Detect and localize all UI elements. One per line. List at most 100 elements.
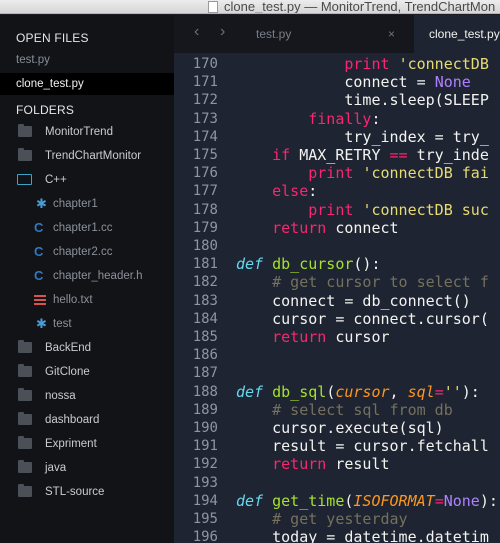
line-number: 187 — [192, 365, 218, 382]
close-icon[interactable]: × — [388, 15, 395, 53]
tab-clone-test-py[interactable]: clone_test.py — [414, 15, 500, 53]
code-token: if — [272, 146, 291, 164]
file-chapter-header-h[interactable]: C chapter_header.h — [0, 264, 174, 288]
folder-nossa[interactable]: nossa — [0, 384, 174, 408]
tree-item-label: STL-source — [45, 486, 105, 498]
file-chapter1[interactable]: ✱ chapter1 — [0, 192, 174, 216]
code-token: 'connectDB fai — [362, 164, 489, 183]
code-editor[interactable]: 170 171 172 173 174 175 176 177 178 179 180 181 182 1… — [174, 53, 500, 543]
code-token: try_inde — [407, 146, 489, 164]
file-chapter2-cc[interactable]: C chapter2.cc — [0, 240, 174, 264]
code-line: print 'connectDB fai — [236, 164, 489, 182]
code-line: time.sleep(SLEEP — [236, 91, 489, 109]
folders-heading: FOLDERS — [16, 103, 75, 117]
text-file-icon — [34, 295, 46, 305]
code-token: # select sql from db — [272, 400, 453, 419]
folder-gitclone[interactable]: GitClone — [0, 360, 174, 384]
code-token: cursor.execute(sql) — [236, 419, 444, 437]
line-number: 186 — [192, 347, 218, 364]
open-file-clone-test-py[interactable]: clone_test.py — [0, 73, 174, 95]
line-number: 190 — [192, 420, 218, 436]
folder-cpp[interactable]: C++ — [0, 168, 174, 192]
code-token: def — [236, 491, 264, 510]
tree-item-label: dashboard — [45, 414, 100, 426]
code-line: return connect — [236, 219, 398, 237]
folder-expriment[interactable]: Expriment — [0, 432, 174, 456]
folder-trendchartmonitor[interactable]: TrendChartMonitor — [0, 144, 174, 168]
folder-icon — [18, 340, 32, 353]
folder-icon — [18, 436, 32, 449]
code-token: today = datetime.datetim — [236, 528, 489, 543]
tab-test-py[interactable]: test.py × — [256, 15, 406, 53]
folder-stl-source[interactable]: STL-source — [0, 480, 174, 504]
cpp-file-icon: C — [34, 268, 44, 283]
code-line: def get_time(ISOFORMAT=None): — [236, 492, 498, 510]
line-number: 195 — [192, 511, 218, 527]
code-token: cursor = connect.cursor( — [236, 309, 489, 328]
code-line: cursor = connect.cursor( — [236, 310, 489, 328]
line-number: 189 — [192, 401, 218, 418]
line-number-gutter: 170 171 172 173 174 175 176 177 178 179 180 181 182 1… — [174, 53, 220, 543]
code-token: sql — [407, 382, 435, 401]
code-token: None — [443, 491, 480, 510]
tree-item-label: chapter1.cc — [53, 222, 113, 234]
code-token: connect = — [236, 73, 435, 92]
document-icon — [208, 1, 218, 13]
code-token: def — [236, 255, 264, 274]
line-number: 192 — [192, 456, 218, 473]
code-token: = — [434, 382, 444, 401]
folder-icon — [18, 148, 32, 161]
line-number: 184 — [192, 310, 218, 327]
folder-monitortrend[interactable]: MonitorTrend — [0, 120, 174, 144]
line-number: 188 — [192, 383, 218, 400]
code-token: = — [434, 491, 444, 510]
tab-label: clone_test.py — [429, 27, 500, 41]
code-line: connect = None — [236, 73, 470, 92]
file-test[interactable]: ✱ test — [0, 312, 174, 336]
tree-item-label: chapter_header.h — [53, 270, 143, 282]
tab-label: test.py — [256, 27, 292, 41]
code-token: try_index = try_ — [236, 127, 489, 146]
code-line: finally: — [236, 110, 380, 128]
code-line: # select sql from db — [236, 401, 453, 419]
line-number: 194 — [192, 492, 218, 509]
open-file-test-py[interactable]: test.py — [0, 49, 174, 71]
asterisk-file-icon: ✱ — [36, 196, 47, 211]
line-number: 183 — [192, 292, 218, 309]
folder-icon — [18, 460, 32, 473]
code-token: print — [308, 200, 354, 219]
line-number: 178 — [192, 201, 218, 218]
window-title: clone_test.py — MonitorTrend, TrendChart… — [224, 0, 496, 14]
folder-java[interactable]: java — [0, 456, 174, 480]
file-hello-txt[interactable]: hello.txt — [0, 288, 174, 312]
code-line: if MAX_RETRY == try_inde — [236, 146, 489, 164]
code-line: try_index = try_ — [236, 128, 489, 146]
code-line: # get cursor to select f — [236, 273, 489, 291]
tree-item-label: MonitorTrend — [45, 126, 113, 138]
file-chapter1-cc[interactable]: C chapter1.cc — [0, 216, 174, 240]
code-line: else: — [236, 182, 317, 200]
folder-dashboard[interactable]: dashboard — [0, 408, 174, 432]
forward-arrow-icon[interactable]: › — [220, 23, 225, 41]
tree-item-label: Expriment — [45, 438, 97, 450]
tree-item-label: C++ — [45, 174, 67, 186]
code-token: cursor — [326, 328, 390, 346]
code-token: result = cursor.fetchall — [236, 437, 489, 456]
code-token: 'connectDB — [398, 55, 489, 73]
tab-bar: ‹ › test.py × clone_test.py — [174, 15, 500, 53]
code-token: result — [326, 455, 390, 474]
code-line: result = cursor.fetchall — [236, 437, 489, 455]
folder-backend[interactable]: BackEnd — [0, 336, 174, 360]
line-number: 176 — [192, 165, 218, 182]
code-token: return — [272, 328, 327, 346]
back-arrow-icon[interactable]: ‹ — [194, 23, 199, 41]
line-number: 170 — [192, 56, 218, 72]
code-token: db_cursor — [272, 255, 354, 274]
